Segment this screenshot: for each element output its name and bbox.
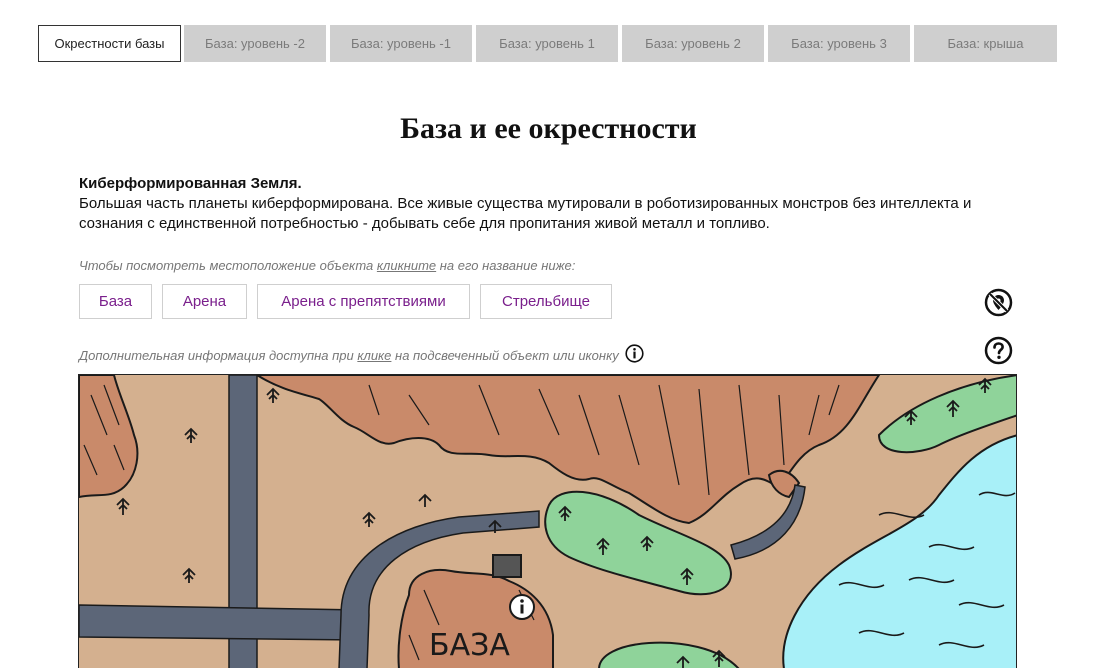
object-button-base[interactable]: База	[79, 284, 152, 319]
object-button-arena[interactable]: Арена	[162, 284, 247, 319]
level-tabs: Окрестности базы База: уровень -2 База: …	[38, 25, 1057, 62]
info-hint-link: клике	[357, 347, 392, 363]
locate-hint-link: кликните	[376, 258, 437, 273]
locate-hint-before: Чтобы посмотреть местоположение объекта	[79, 258, 377, 273]
info-hint-before: Дополнительная информация доступна при	[79, 347, 358, 363]
intro-text: Большая часть планеты киберформирована. …	[79, 195, 972, 232]
surroundings-map: БАЗА	[78, 374, 1017, 668]
intro-heading: Киберформированная Земля.	[79, 175, 302, 192]
info-hint-after: на подсвеченный объект или иконку	[391, 347, 619, 363]
map-illustration: БАЗА	[79, 375, 1016, 668]
tab-level-minus-2[interactable]: База: уровень -2	[184, 25, 326, 62]
road-horizontal	[79, 604, 360, 641]
tab-level-minus-1[interactable]: База: уровень -1	[330, 25, 472, 62]
base-entrance	[492, 554, 522, 578]
tab-level-1[interactable]: База: уровень 1	[476, 25, 618, 62]
no-location-icon[interactable]	[984, 288, 1013, 317]
page-title: База и ее окрестности	[400, 112, 697, 145]
tab-roof[interactable]: База: крыша	[914, 25, 1057, 62]
tab-surroundings[interactable]: Окрестности базы	[38, 25, 181, 62]
locate-hint-after: на его название ниже:	[436, 258, 576, 273]
help-icon[interactable]	[984, 336, 1013, 365]
tab-level-2[interactable]: База: уровень 2	[622, 25, 764, 62]
info-icon	[625, 344, 644, 366]
locate-hint: Чтобы посмотреть местоположение объекта …	[79, 258, 575, 273]
tab-level-3[interactable]: База: уровень 3	[768, 25, 910, 62]
intro-block: Киберформированная Земля. Большая часть …	[79, 174, 1029, 234]
object-button-shooting-range[interactable]: Стрельбище	[480, 284, 612, 319]
info-hint-text: Дополнительная информация доступна при к…	[79, 348, 619, 363]
base-info-marker[interactable]	[509, 594, 535, 620]
info-hint: Дополнительная информация доступна при к…	[79, 344, 644, 366]
object-button-obstacle-arena[interactable]: Арена с препятствиями	[257, 284, 470, 319]
base-map-label: БАЗА	[429, 628, 510, 663]
